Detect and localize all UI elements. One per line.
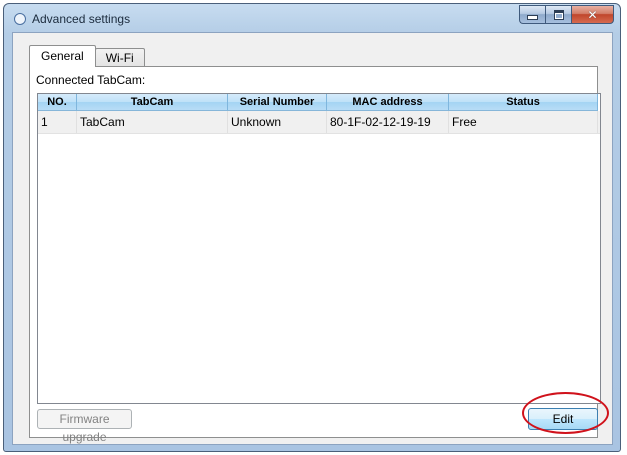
- tab-general[interactable]: General: [29, 45, 96, 67]
- close-button[interactable]: ✕: [571, 5, 614, 24]
- cell-serial-number: Unknown: [228, 111, 327, 133]
- edit-button[interactable]: Edit: [528, 408, 598, 430]
- window-controls: ✕: [519, 5, 614, 24]
- cell-mac-address: 80-1F-02-12-19-19: [327, 111, 449, 133]
- dialog-client-area: General Wi-Fi Connected TabCam: NO. TabC…: [12, 32, 613, 445]
- tab-strip: General Wi-Fi: [29, 45, 145, 67]
- cell-status: Free: [449, 111, 598, 133]
- maximize-button[interactable]: [545, 5, 571, 24]
- maximize-icon: [553, 9, 564, 20]
- advanced-settings-window: Advanced settings ✕ General Wi-Fi Connec…: [3, 3, 621, 452]
- minimize-button[interactable]: [519, 5, 545, 24]
- cell-no: 1: [38, 111, 77, 133]
- column-header-no[interactable]: NO.: [38, 94, 77, 111]
- window-title: Advanced settings: [32, 12, 131, 26]
- table-header: NO. TabCam Serial Number MAC address Sta…: [38, 94, 600, 111]
- column-header-tabcam[interactable]: TabCam: [77, 94, 228, 111]
- app-ring-icon: [14, 13, 26, 25]
- general-tab-panel: Connected TabCam: NO. TabCam Serial Numb…: [29, 66, 601, 444]
- tabcam-table[interactable]: NO. TabCam Serial Number MAC address Sta…: [37, 93, 601, 404]
- column-header-mac-address[interactable]: MAC address: [327, 94, 449, 111]
- cell-tabcam: TabCam: [77, 111, 228, 133]
- firmware-upgrade-button[interactable]: Firmware upgrade: [37, 409, 132, 444]
- title-bar[interactable]: Advanced settings ✕: [4, 4, 620, 32]
- close-icon: ✕: [587, 7, 598, 22]
- table-row[interactable]: 1 TabCam Unknown 80-1F-02-12-19-19 Free: [38, 111, 600, 134]
- tab-wifi[interactable]: Wi-Fi: [94, 48, 145, 67]
- minimize-icon: [527, 15, 538, 20]
- column-header-serial-number[interactable]: Serial Number: [228, 94, 327, 111]
- column-header-status[interactable]: Status: [449, 94, 598, 111]
- connected-tabcam-label: Connected TabCam:: [36, 73, 146, 87]
